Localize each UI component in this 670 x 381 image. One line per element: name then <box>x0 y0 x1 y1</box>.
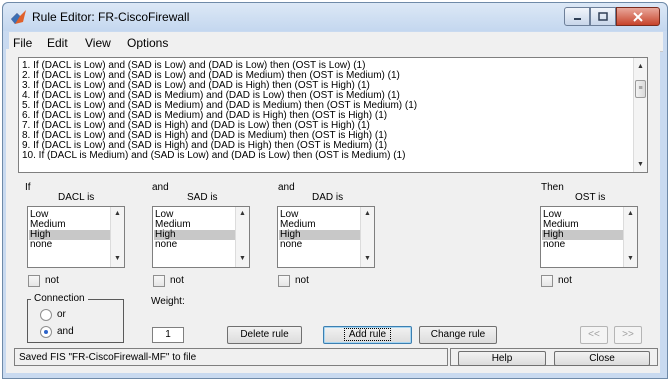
help-button[interactable]: Help <box>458 351 546 366</box>
dacl-not-checkbox[interactable] <box>28 275 40 287</box>
listbox-scrollbar[interactable]: ▲ ▼ <box>360 207 374 267</box>
list-item[interactable]: none <box>542 240 624 250</box>
add-rule-button[interactable]: Add rule <box>323 326 412 344</box>
maximize-button[interactable] <box>590 7 616 26</box>
or-radio[interactable] <box>40 309 52 321</box>
connection-title: Connection <box>31 293 88 304</box>
scroll-up-arrow-icon[interactable]: ▲ <box>624 208 637 220</box>
and-label-2: and <box>278 182 295 193</box>
menu-view[interactable]: View <box>85 36 111 50</box>
rule-item[interactable]: 10. If (DACL is Medium) and (SAD is Low)… <box>22 151 405 161</box>
window-close-button[interactable] <box>616 7 660 26</box>
scroll-down-arrow-icon[interactable]: ▼ <box>111 253 124 265</box>
weight-input[interactable]: 1 <box>152 327 184 343</box>
status-bar: Saved FIS "FR-CiscoFirewall-MF" to file <box>14 348 448 366</box>
menu-edit[interactable]: Edit <box>47 36 68 50</box>
scroll-down-arrow-icon[interactable]: ▼ <box>236 253 249 265</box>
previous-rule-button[interactable]: << <box>580 326 608 344</box>
scroll-down-arrow-icon[interactable]: ▼ <box>624 253 637 265</box>
menu-file[interactable]: File <box>13 36 32 50</box>
rules-scrollbar[interactable]: ▲ ≡ ▼ <box>633 58 647 172</box>
close-button[interactable]: Close <box>554 351 650 366</box>
minimize-icon <box>573 18 581 20</box>
dad-not-checkbox[interactable] <box>278 275 290 287</box>
sad-listbox[interactable]: Low Medium High none ▲ ▼ <box>152 206 250 268</box>
and-label-1: and <box>152 182 169 193</box>
not-label: not <box>170 275 184 286</box>
ost-label: OST is <box>575 192 606 203</box>
if-label: If <box>25 182 31 193</box>
listbox-scrollbar[interactable]: ▲ ▼ <box>110 207 124 267</box>
rules-list[interactable]: 1. If (DACL is Low) and (SAD is Low) and… <box>18 57 648 173</box>
sad-not-checkbox[interactable] <box>153 275 165 287</box>
and-radio[interactable] <box>40 326 52 338</box>
ost-not-checkbox[interactable] <box>541 275 553 287</box>
scroll-down-arrow-icon[interactable]: ▼ <box>361 253 374 265</box>
scroll-down-arrow-icon[interactable]: ▼ <box>634 158 647 171</box>
and-label: and <box>57 326 74 337</box>
change-rule-button[interactable]: Change rule <box>419 326 497 344</box>
then-label: Then <box>541 182 564 193</box>
scroll-up-arrow-icon[interactable]: ▲ <box>361 208 374 220</box>
not-label: not <box>295 275 309 286</box>
not-label: not <box>558 275 572 286</box>
ost-listbox[interactable]: Low Medium High none ▲ ▼ <box>540 206 638 268</box>
minimize-button[interactable] <box>564 7 590 26</box>
delete-rule-button[interactable]: Delete rule <box>227 326 302 344</box>
scroll-up-arrow-icon[interactable]: ▲ <box>634 60 647 73</box>
dacl-listbox[interactable]: Low Medium High none ▲ ▼ <box>27 206 125 268</box>
sad-label: SAD is <box>187 192 218 203</box>
dacl-label: DACL is <box>58 192 95 203</box>
listbox-scrollbar[interactable]: ▲ ▼ <box>235 207 249 267</box>
list-item[interactable]: none <box>154 240 236 250</box>
close-icon <box>633 11 643 22</box>
or-label: or <box>57 309 66 320</box>
not-label: not <box>45 275 59 286</box>
maximize-icon <box>598 12 608 21</box>
menu-options[interactable]: Options <box>127 36 168 50</box>
dad-listbox[interactable]: Low Medium High none ▲ ▼ <box>277 206 375 268</box>
title-bar[interactable]: Rule Editor: FR-CiscoFirewall <box>3 3 667 31</box>
matlab-app-icon <box>11 10 26 24</box>
weight-label: Weight: <box>151 296 185 307</box>
list-item[interactable]: none <box>279 240 361 250</box>
listbox-scrollbar[interactable]: ▲ ▼ <box>623 207 637 267</box>
scroll-up-arrow-icon[interactable]: ▲ <box>111 208 124 220</box>
window-title: Rule Editor: FR-CiscoFirewall <box>32 10 190 24</box>
scroll-up-arrow-icon[interactable]: ▲ <box>236 208 249 220</box>
scroll-thumb[interactable]: ≡ <box>635 80 646 98</box>
list-item[interactable]: none <box>29 240 111 250</box>
next-rule-button[interactable]: >> <box>614 326 642 344</box>
dad-label: DAD is <box>312 192 344 203</box>
add-rule-label: Add rule <box>343 328 392 341</box>
